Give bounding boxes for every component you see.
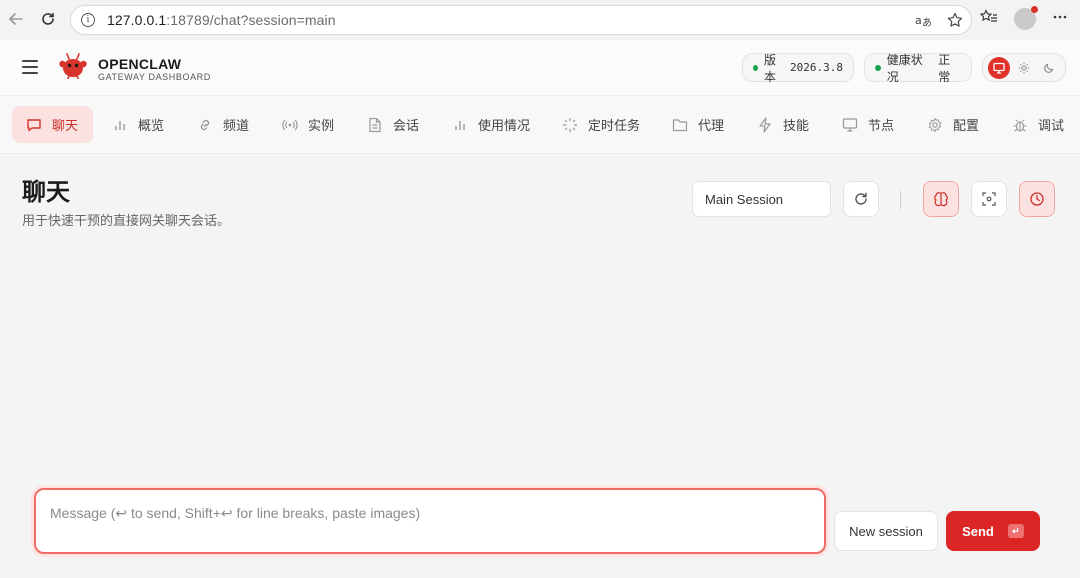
tab-instances[interactable]: 实例 xyxy=(268,106,348,143)
tab-nodes[interactable]: 节点 xyxy=(828,106,908,143)
health-value: 正常 xyxy=(938,52,951,84)
refresh-icon xyxy=(855,192,867,205)
zap-icon xyxy=(757,116,773,133)
link-icon xyxy=(197,117,213,133)
tab-label: 聊天 xyxy=(52,118,79,133)
lobster-logo xyxy=(59,53,87,79)
brand-name: OPENCLAW xyxy=(98,56,182,72)
send-button[interactable]: Send ↵ xyxy=(946,511,1040,551)
new-session-button[interactable]: New session xyxy=(834,511,938,551)
favorites-icon[interactable] xyxy=(979,9,998,29)
tab-label: 代理 xyxy=(698,118,725,133)
status-dot xyxy=(875,64,881,71)
tab-channels[interactable]: 频道 xyxy=(183,106,263,143)
tab-chat[interactable]: 聊天 xyxy=(12,106,93,143)
thinking-toggle-button[interactable] xyxy=(923,181,959,217)
bug-icon xyxy=(1012,117,1028,133)
profile-icon[interactable] xyxy=(1014,6,1038,30)
tab-label: 定时任务 xyxy=(588,118,641,133)
back-arrow-icon[interactable] xyxy=(6,9,26,29)
bar-chart-icon xyxy=(452,117,468,133)
history-button[interactable] xyxy=(1019,181,1055,217)
clock-icon xyxy=(1030,192,1044,206)
page-subtitle: 用于快速干预的直接网关聊天会话。 xyxy=(22,213,231,228)
document-icon xyxy=(367,117,383,133)
tab-label: 实例 xyxy=(308,118,335,133)
toolbar-divider xyxy=(900,191,901,209)
brand-subtitle: GATEWAY DASHBOARD xyxy=(98,72,211,82)
tab-label: 会话 xyxy=(393,118,420,133)
message-composer xyxy=(34,488,826,554)
address-bar[interactable]: i 127.0.0.1:18789/chat?session=main aあ xyxy=(70,5,972,35)
version-badge: 版本 2026.3.8 xyxy=(742,52,854,84)
tab-label: 使用情况 xyxy=(478,118,531,133)
bar-chart-icon xyxy=(112,117,128,133)
session-select[interactable]: Main Session xyxy=(692,181,831,217)
tab-scheduled-tasks[interactable]: 定时任务 xyxy=(548,106,654,143)
more-icon[interactable] xyxy=(1052,9,1068,29)
tab-config[interactable]: 配置 xyxy=(913,106,993,143)
monitor-icon xyxy=(842,117,858,133)
info-icon[interactable]: i xyxy=(81,13,95,27)
tab-skills[interactable]: 技能 xyxy=(743,106,823,143)
tab-label: 节点 xyxy=(868,118,895,133)
theme-switcher xyxy=(982,53,1066,82)
browser-toolbar: i 127.0.0.1:18789/chat?session=main aあ xyxy=(0,0,1080,40)
menu-icon[interactable] xyxy=(22,60,38,74)
svg-text:あ: あ xyxy=(922,17,932,28)
reload-icon[interactable] xyxy=(38,9,58,29)
status-dot xyxy=(753,64,758,71)
folder-icon xyxy=(672,117,688,133)
page-title: 聊天 xyxy=(22,178,70,206)
app-header: OPENCLAW GATEWAY DASHBOARD 版本 2026.3.8 健… xyxy=(0,40,1080,96)
chat-icon xyxy=(26,117,42,133)
tab-usage[interactable]: 使用情况 xyxy=(438,106,544,143)
focus-mode-button[interactable] xyxy=(971,181,1007,217)
nav-tabs: 聊天 概览 频道 实例 会话 使用情况 定时任务 代理 技能 节点 配置 调试 xyxy=(0,96,1080,154)
tab-debug[interactable]: 调试 xyxy=(998,106,1078,143)
loader-icon xyxy=(562,117,578,133)
sun-icon[interactable] xyxy=(1013,57,1035,79)
brain-icon xyxy=(934,192,948,207)
message-input[interactable] xyxy=(36,490,824,552)
chat-panel: 聊天 用于快速干预的直接网关聊天会话。 Main Session New ses… xyxy=(0,154,1080,578)
refresh-button[interactable] xyxy=(843,181,879,217)
moon-icon[interactable] xyxy=(1038,57,1060,79)
enter-key-icon: ↵ xyxy=(1007,524,1024,538)
tab-overview[interactable]: 概览 xyxy=(98,106,178,143)
focus-icon xyxy=(982,192,996,206)
health-label: 健康状况 xyxy=(886,52,923,84)
tab-label: 频道 xyxy=(223,118,250,133)
tab-label: 概览 xyxy=(138,118,165,133)
tab-label: 配置 xyxy=(953,118,980,133)
svg-text:a: a xyxy=(915,14,922,27)
monitor-icon[interactable] xyxy=(988,56,1011,79)
version-label: 版本 xyxy=(764,52,777,84)
tab-label: 技能 xyxy=(783,118,810,133)
version-value: 2026.3.8 xyxy=(790,61,843,74)
tab-label: 调试 xyxy=(1038,118,1065,133)
health-badge: 健康状况 正常 xyxy=(864,52,972,84)
tab-agents[interactable]: 代理 xyxy=(658,106,738,143)
gear-icon xyxy=(927,117,943,133)
tab-sessions[interactable]: 会话 xyxy=(353,106,433,143)
translate-icon[interactable]: aあ xyxy=(915,12,933,31)
star-icon[interactable] xyxy=(947,12,963,31)
broadcast-icon xyxy=(282,117,298,133)
url-text: 127.0.0.1:18789/chat?session=main xyxy=(107,12,336,28)
send-label: Send xyxy=(962,523,994,539)
